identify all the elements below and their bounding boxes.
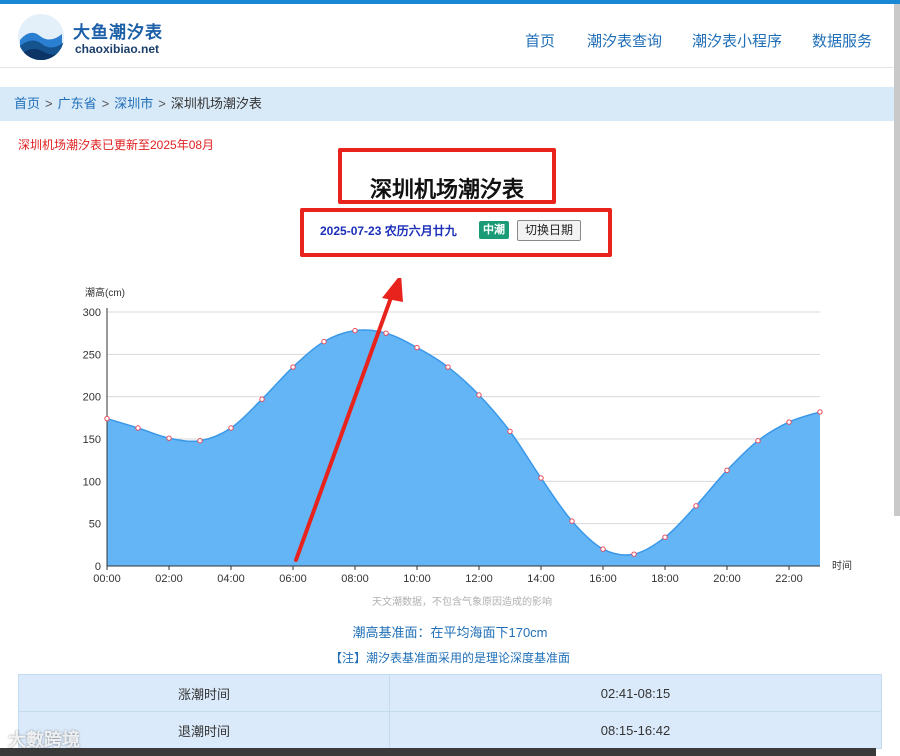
breadcrumb-current: 深圳机场潮汐表 [170,96,262,111]
x-tick-label: 10:00 [403,573,431,585]
tide-area [107,330,820,566]
page-title: 深圳机场潮汐表 [369,177,524,202]
update-notice: 深圳机场潮汐表已更新至2025年08月 [18,138,215,152]
data-point [538,475,544,481]
data-point [569,518,575,524]
y-axis: 0 50 100 150 200 250 300 [83,307,108,573]
table-cell-value: 08:15-16:42 [389,711,882,749]
x-tick-label: 18:00 [651,573,679,585]
y-tick-label: 50 [89,519,101,531]
datum-info: 潮高基准面：在平均海面下170cm [352,625,548,640]
breadcrumb-separator: > [101,96,110,111]
y-tick-label: 100 [83,476,101,488]
table-row: 涨潮时间 02:41-08:15 [18,674,882,712]
data-point [104,415,110,422]
data-point [352,327,358,334]
data-point [600,546,606,552]
data-point [383,330,389,336]
site-header: 大鱼潮汐表 chaoxibiao.net 首页 潮汐表查询 潮汐表小程序 数据服… [0,4,894,68]
y-tick-label: 150 [83,434,101,446]
x-tick-label: 02:00 [155,573,183,585]
data-point [414,344,420,351]
data-point [476,392,482,398]
breadcrumb-city[interactable]: 深圳市 [114,96,153,111]
x-tick-label: 14:00 [527,573,555,585]
x-axis: 00:00 02:00 04:00 06:00 08:00 10:00 12:00 14:00… [93,565,820,585]
x-tick-label: 08:00 [341,573,369,585]
data-point [259,396,265,402]
y-tick-label: 0 [95,561,101,573]
x-tick-label: 04:00 [217,573,245,585]
date-line: 2025-07-23 农历六月廿九 [320,222,457,239]
data-point [445,364,451,370]
nav-home[interactable]: 首页 [525,30,555,51]
data-point [321,338,327,345]
data-point [135,425,141,431]
wave-logo-icon [18,14,64,60]
data-point [755,437,761,444]
site-logo[interactable]: 大鱼潮汐表 chaoxibiao.net [18,12,188,62]
data-point [197,437,203,444]
table-cell-label: 涨潮时间 [18,674,390,712]
tide-level-badge: 中潮 [479,221,509,239]
breadcrumb: 首页 > 广东省 > 深圳市 > 深圳机场潮汐表 [0,87,894,121]
page-scrollbar[interactable] [894,4,900,516]
data-point [290,364,296,370]
switch-date-button[interactable]: 切换日期 [517,220,582,241]
x-tick-label: 12:00 [465,573,493,585]
tide-times-table: 涨潮时间 02:41-08:15 退潮时间 08:15-16:42 [18,674,882,749]
datum-note: 【注】潮汐表基准面采用的是理论深度基准面 [329,651,570,665]
nav-data-service[interactable]: 数据服务 [812,30,872,51]
nav-tide-query[interactable]: 潮汐表查询 [587,30,662,51]
data-point [724,467,730,474]
date-value: 2025-07-23 [320,224,382,238]
x-tick-label: 20:00 [713,573,741,585]
logo-domain: chaoxibiao.net [75,42,160,56]
data-point [817,409,823,415]
data-point [631,551,637,557]
data-point [662,534,668,540]
breadcrumb-separator: > [45,96,53,111]
bottom-bar [0,748,876,756]
x-tick-label: 16:00 [589,573,617,585]
data-point [166,435,172,441]
watermark: 大數跨境 [8,730,80,750]
breadcrumb-province[interactable]: 广东省 [58,96,97,111]
data-point [693,503,699,509]
breadcrumb-separator: > [158,96,166,111]
x-axis-label: 时间 [832,559,852,572]
table-cell-value: 02:41-08:15 [389,674,882,712]
data-point [228,425,234,431]
x-tick-label: 00:00 [93,573,121,585]
chart-caption: 天文潮数据，不包含气象原因造成的影响 [372,595,552,608]
y-tick-label: 300 [83,307,101,319]
tide-chart: 050100150200250300 00:00 02:00 04:00 06:00 0… [83,278,852,608]
lunar-date: 农历六月廿九 [384,224,457,238]
x-tick-label: 22:00 [775,573,803,585]
data-point [507,428,513,435]
table-row: 退潮时间 08:15-16:42 [18,711,882,749]
data-point [786,419,792,425]
y-tick-label: 250 [83,349,101,361]
logo-title: 大鱼潮汐表 [73,23,163,42]
x-tick-label: 06:00 [279,573,307,585]
y-tick-label: 200 [83,392,101,404]
nav-mini-program[interactable]: 潮汐表小程序 [692,30,782,51]
breadcrumb-home[interactable]: 首页 [14,96,40,111]
y-axis-label: 潮高(cm) [85,286,125,299]
